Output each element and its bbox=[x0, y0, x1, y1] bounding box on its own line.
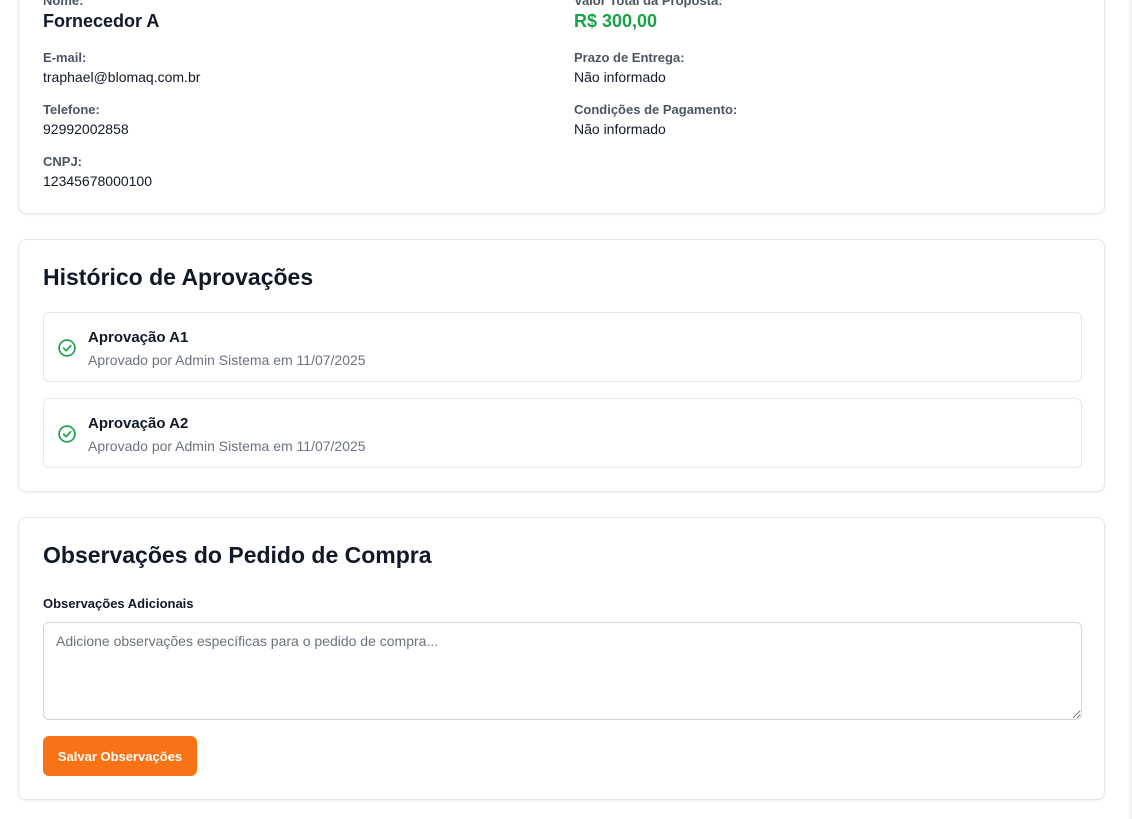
supplier-cnpj-label: CNPJ: bbox=[43, 154, 83, 169]
approval-title: Aprovação A2 bbox=[88, 415, 189, 432]
supplier-email-label: E-mail: bbox=[43, 50, 87, 65]
check-circle-icon bbox=[58, 425, 76, 443]
proposal-total-label: Valor Total da Proposta: bbox=[574, 0, 723, 8]
supplier-details-card: Nome: Fornecedor A E-mail: traphael@blom… bbox=[18, 0, 1105, 214]
save-notes-button[interactable]: Salvar Observações bbox=[43, 736, 197, 776]
notes-section-title: Observações do Pedido de Compra bbox=[43, 542, 432, 568]
approval-title: Aprovação A1 bbox=[88, 329, 189, 346]
supplier-email: traphael@blomaq.com.br bbox=[43, 69, 201, 85]
delivery-time-value: Não informado bbox=[574, 69, 666, 85]
proposal-total-value: R$ 300,00 bbox=[574, 11, 658, 31]
purchase-order-notes-card: Observações do Pedido de Compra Observaç… bbox=[18, 517, 1105, 800]
approval-detail: Aprovado por Admin Sistema em 11/07/2025 bbox=[88, 352, 366, 368]
supplier-phone: 92992002858 bbox=[43, 121, 129, 137]
approval-detail: Aprovado por Admin Sistema em 11/07/2025 bbox=[88, 438, 366, 454]
supplier-name: Fornecedor A bbox=[43, 11, 160, 31]
delivery-time-label: Prazo de Entrega: bbox=[574, 50, 685, 65]
payment-terms-value: Não informado bbox=[574, 121, 666, 137]
payment-terms-label: Condições de Pagamento: bbox=[574, 102, 738, 117]
page: Nome: Fornecedor A E-mail: traphael@blom… bbox=[0, 0, 1132, 819]
approval-item: Aprovação A1 Aprovado por Admin Sistema … bbox=[43, 312, 1082, 382]
notes-field-label: Observações Adicionais bbox=[43, 596, 194, 611]
approval-history-title: Histórico de Aprovações bbox=[43, 264, 314, 290]
supplier-name-label: Nome: bbox=[43, 0, 84, 8]
notes-textarea[interactable] bbox=[43, 622, 1082, 720]
supplier-cnpj: 12345678000100 bbox=[43, 173, 153, 189]
approval-item: Aprovação A2 Aprovado por Admin Sistema … bbox=[43, 398, 1082, 468]
supplier-phone-label: Telefone: bbox=[43, 102, 100, 117]
check-circle-icon bbox=[58, 339, 76, 357]
approval-history-card: Histórico de Aprovações Aprovação A1 Apr… bbox=[18, 239, 1105, 492]
